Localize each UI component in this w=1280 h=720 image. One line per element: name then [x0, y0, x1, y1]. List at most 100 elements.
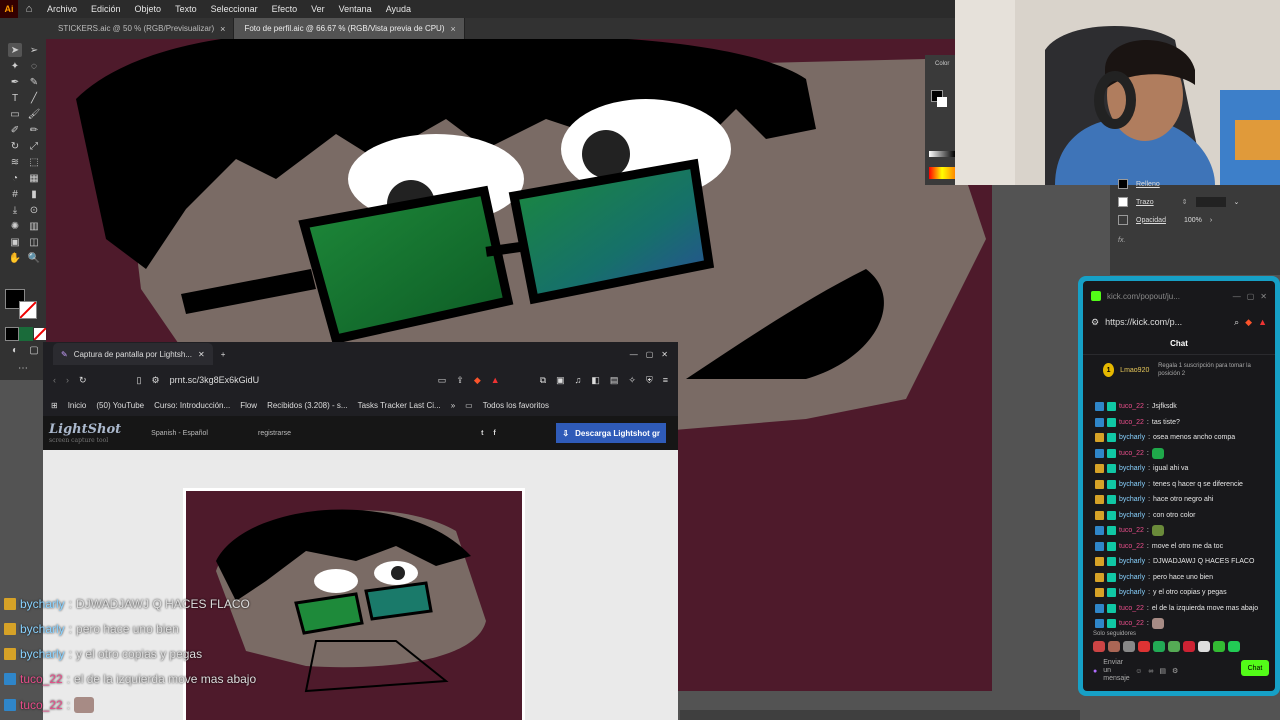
menu-efecto[interactable]: Efecto: [265, 4, 305, 14]
scale-tool-icon[interactable]: ⤢: [27, 139, 41, 153]
site-settings-icon[interactable]: ⚙: [1091, 317, 1099, 328]
rectangle-tool-icon[interactable]: ▭: [8, 107, 22, 121]
menu-ver[interactable]: Ver: [304, 4, 332, 14]
close-icon[interactable]: ✕: [198, 350, 205, 359]
color-ramp-bw[interactable]: [929, 151, 955, 157]
emote-icon[interactable]: [1153, 641, 1165, 652]
cast-icon[interactable]: ▭: [438, 375, 447, 386]
menu-edicion[interactable]: Edición: [84, 4, 128, 14]
eyedropper-icon[interactable]: ⤓: [8, 203, 22, 217]
opacity-value[interactable]: 100%: [1184, 217, 1202, 224]
magic-wand-icon[interactable]: ✦: [8, 59, 22, 73]
menu-objeto[interactable]: Objeto: [128, 4, 169, 14]
chat-username[interactable]: bycharly: [1119, 465, 1145, 472]
emote-icon[interactable]: [1138, 641, 1150, 652]
chat-username[interactable]: tuco_22: [1119, 403, 1144, 410]
screenshot-icon[interactable]: ▣: [556, 375, 565, 386]
color-stroke-swatch[interactable]: [937, 97, 947, 107]
chat-username[interactable]: bycharly: [1119, 481, 1145, 488]
site-info-icon[interactable]: ⚙: [152, 375, 160, 386]
chat-username[interactable]: bycharly: [1119, 589, 1145, 596]
settings-icon[interactable]: ⚙: [1172, 667, 1178, 675]
register-link[interactable]: registrarse: [258, 430, 291, 437]
blend-tool-icon[interactable]: ⊙: [27, 203, 41, 217]
artboard-tool-icon[interactable]: ▣: [8, 235, 22, 249]
chat-username[interactable]: tuco_22: [1119, 543, 1144, 550]
facebook-icon[interactable]: f: [493, 430, 495, 437]
chevron-right-icon[interactable]: ›: [1210, 217, 1212, 224]
fill-row[interactable]: Relleno: [1118, 179, 1160, 189]
pen-tool-icon[interactable]: ✒: [8, 75, 22, 89]
stroke-row[interactable]: Trazo ⇕ ⌄: [1118, 197, 1239, 207]
chat-username[interactable]: tuco_22: [1119, 419, 1144, 426]
fx-button[interactable]: fx.: [1118, 237, 1125, 244]
menu-ventana[interactable]: Ventana: [332, 4, 379, 14]
media-icon[interactable]: ♫: [575, 375, 582, 385]
download-lightshot-button[interactable]: ⇩ Descarga Lightshot gr: [556, 423, 666, 443]
all-favorites[interactable]: Todos los favoritos: [483, 401, 549, 410]
forward-icon[interactable]: ›: [66, 375, 69, 385]
close-icon[interactable]: ✕: [1260, 292, 1267, 301]
column-graph-icon[interactable]: ▥: [27, 219, 41, 233]
bookmark-curso[interactable]: Curso: Introducción...: [154, 401, 230, 410]
emote-icon[interactable]: [1108, 641, 1120, 652]
curvature-tool-icon[interactable]: ✎: [27, 75, 41, 89]
paintbrush-icon[interactable]: 🖌: [27, 107, 41, 121]
menu-ayuda[interactable]: Ayuda: [379, 4, 418, 14]
chat-username[interactable]: tuco_22: [1119, 450, 1144, 457]
symbol-sprayer-icon[interactable]: ✺: [8, 219, 22, 233]
opacity-row[interactable]: Opacidad 100% ›: [1118, 215, 1212, 225]
pencil-tool-icon[interactable]: ✏: [27, 123, 41, 137]
chat-username[interactable]: tuco_22: [1119, 620, 1144, 627]
menu-icon[interactable]: ≡: [663, 375, 668, 385]
chat-input[interactable]: Enviar un mensaje: [1103, 659, 1129, 683]
leo-ai-icon[interactable]: ✧: [628, 375, 636, 386]
vpn-icon[interactable]: ⛨: [646, 375, 653, 386]
reload-icon[interactable]: ↻: [79, 375, 87, 386]
address-bar[interactable]: prnt.sc/3kg8Ex6kGidU: [170, 375, 428, 385]
stroke-swatch[interactable]: [19, 301, 37, 319]
sidebar-icon[interactable]: ◧: [591, 375, 600, 386]
gradient-mode-icon[interactable]: [19, 327, 33, 341]
close-icon[interactable]: ×: [220, 24, 225, 34]
new-tab-icon[interactable]: +: [221, 350, 226, 359]
zoom-tool-icon[interactable]: 🔍: [27, 251, 41, 265]
slice-tool-icon[interactable]: ◫: [27, 235, 41, 249]
none-mode-icon[interactable]: [33, 327, 47, 341]
bookmark-icon[interactable]: ▯: [137, 375, 142, 386]
gift-leaderboard[interactable]: 1 Lmao920 Regala 1 suscripción para toma…: [1083, 355, 1275, 385]
bookmark-inicio[interactable]: Inicio: [68, 401, 87, 410]
chat-username[interactable]: bycharly: [1119, 512, 1145, 519]
more-bookmarks-icon[interactable]: »: [451, 401, 455, 410]
minimize-icon[interactable]: —: [630, 350, 638, 359]
stroke-weight-input[interactable]: [1195, 197, 1226, 207]
emote-icon[interactable]: [1183, 641, 1195, 652]
gradient-tool-icon[interactable]: ▮: [27, 187, 41, 201]
close-icon[interactable]: ×: [451, 24, 456, 34]
browser-tab[interactable]: ✎ Captura de pantalla por Lightsh... ✕: [53, 343, 213, 365]
free-transform-icon[interactable]: ⬚: [27, 155, 41, 169]
maximize-icon[interactable]: ▢: [646, 350, 654, 359]
selection-tool-icon[interactable]: ➤: [8, 43, 22, 57]
link-icon[interactable]: ∞: [1148, 668, 1153, 675]
edit-toolbar-icon[interactable]: ⋯: [16, 361, 30, 375]
brave-rewards-icon[interactable]: ▲: [491, 375, 500, 385]
extensions-icon[interactable]: ⧉: [540, 375, 546, 386]
chat-username[interactable]: tuco_22: [1119, 527, 1144, 534]
bookmark-youtube[interactable]: (50) YouTube: [96, 401, 144, 410]
perspective-grid-icon[interactable]: ▦: [27, 171, 41, 185]
screen-mode-icon[interactable]: ▢: [27, 343, 41, 357]
brave-shield-icon[interactable]: ◆: [474, 375, 481, 386]
shaper-tool-icon[interactable]: ✐: [8, 123, 22, 137]
type-tool-icon[interactable]: T: [8, 91, 22, 105]
share-icon[interactable]: ⇪: [456, 375, 464, 386]
draw-mode-icon[interactable]: ◐: [8, 343, 22, 357]
shape-builder-icon[interactable]: ◔: [8, 171, 22, 185]
bookmark-flow[interactable]: Flow: [240, 401, 257, 410]
chat-username[interactable]: bycharly: [1119, 574, 1145, 581]
chat-username[interactable]: bycharly: [1119, 496, 1145, 503]
chat-username[interactable]: bycharly: [1119, 434, 1145, 441]
menu-seleccionar[interactable]: Seleccionar: [204, 4, 265, 14]
gift-icon[interactable]: ▤: [1159, 667, 1166, 675]
maximize-icon[interactable]: ▢: [1247, 292, 1255, 301]
